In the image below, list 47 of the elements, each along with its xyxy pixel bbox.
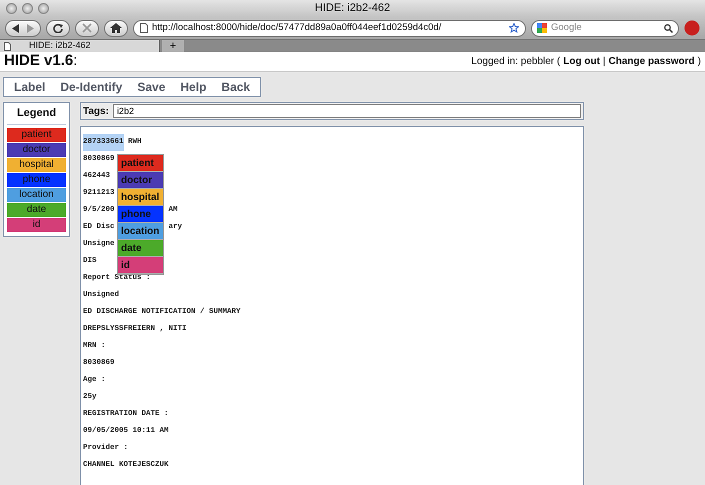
zoom-window-icon[interactable] bbox=[38, 3, 49, 14]
legend-title: Legend bbox=[7, 105, 66, 124]
tags-label: Tags: bbox=[83, 104, 109, 118]
window-title: HIDE: i2b2-462 bbox=[314, 2, 390, 14]
close-icon bbox=[81, 23, 93, 33]
app-title: HIDE v1.6: bbox=[4, 51, 78, 72]
stop-button[interactable] bbox=[75, 20, 99, 36]
label-menu-item[interactable]: location bbox=[118, 223, 163, 240]
new-tab-button[interactable]: + bbox=[162, 40, 184, 52]
back-forward-arrows-icon bbox=[11, 24, 35, 32]
label-menu-item[interactable]: id bbox=[118, 257, 163, 274]
house-icon bbox=[110, 23, 122, 33]
legend-item: id bbox=[7, 218, 66, 232]
login-text: Logged in: pebbler ( bbox=[471, 55, 560, 69]
star-icon[interactable] bbox=[509, 23, 519, 33]
browser-tab[interactable]: HIDE: i2b2-462 bbox=[0, 40, 160, 52]
reload-icon bbox=[52, 23, 64, 33]
legend-item: location bbox=[7, 188, 66, 202]
page-icon bbox=[140, 23, 148, 33]
stop-sign-icon[interactable] bbox=[684, 20, 700, 36]
header-link[interactable]: Log out bbox=[563, 54, 600, 69]
label-menu-item[interactable]: hospital bbox=[118, 189, 163, 206]
legend-item: date bbox=[7, 202, 66, 216]
header-link[interactable]: Change password bbox=[608, 54, 695, 69]
menu-button[interactable]: Help bbox=[174, 79, 212, 95]
label-menu-item[interactable]: patient bbox=[118, 155, 163, 172]
search-icon[interactable] bbox=[664, 24, 673, 32]
home-button[interactable] bbox=[104, 20, 128, 36]
login-text-end: ) bbox=[698, 55, 701, 69]
legend-item: patient bbox=[7, 128, 66, 142]
tags-field[interactable]: i2b2 bbox=[112, 104, 581, 118]
legend-item: phone bbox=[7, 172, 66, 186]
reload-button[interactable] bbox=[46, 20, 70, 36]
address-field[interactable]: http://localhost:8000/hide/doc/57477dd89a0a0ff044eef1d0259d4c0d/ bbox=[133, 20, 526, 36]
separator-text: | bbox=[602, 55, 606, 69]
label-menu-item[interactable]: date bbox=[118, 240, 163, 257]
search-field[interactable]: Google bbox=[531, 20, 679, 36]
menu-button[interactable]: Label bbox=[8, 79, 52, 95]
minimize-window-icon[interactable] bbox=[22, 3, 33, 14]
legend-item: doctor bbox=[7, 142, 66, 156]
menu-button[interactable]: Save bbox=[131, 79, 172, 95]
search-engine-icon bbox=[537, 23, 547, 33]
menu-button[interactable]: Back bbox=[215, 79, 256, 95]
close-window-icon[interactable] bbox=[6, 3, 17, 14]
legend-item: hospital bbox=[7, 158, 66, 172]
back-forward-button[interactable] bbox=[5, 20, 41, 36]
menu-button[interactable]: De-Identify bbox=[54, 79, 128, 95]
